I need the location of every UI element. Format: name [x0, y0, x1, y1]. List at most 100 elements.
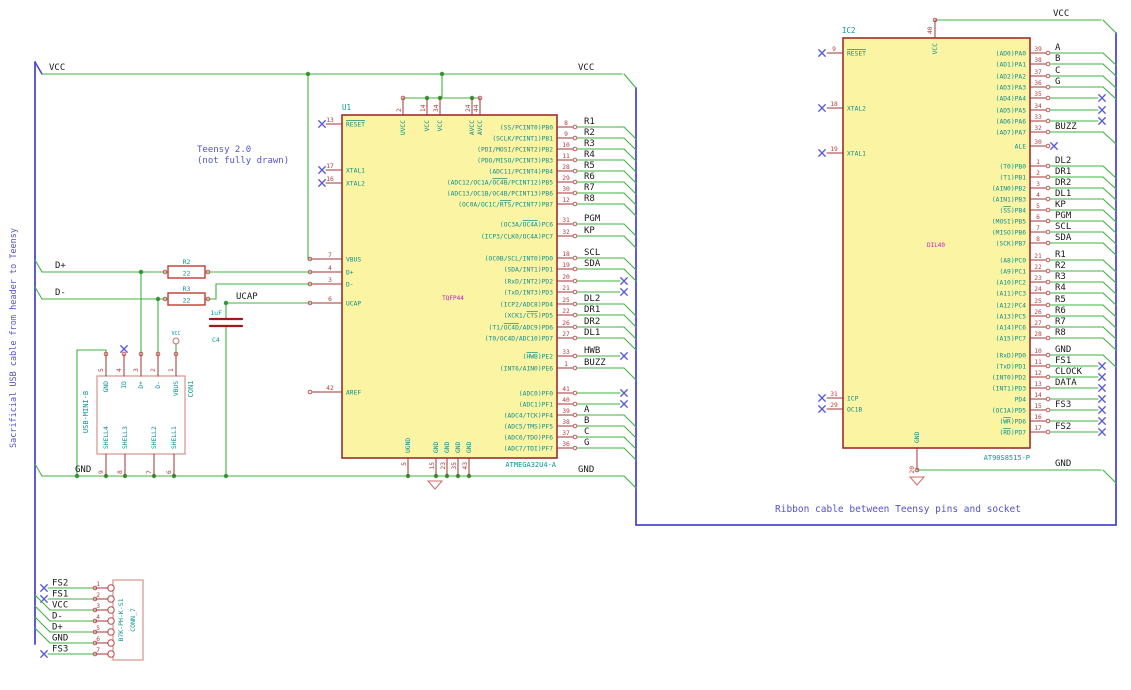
svg-text:GND: GND	[914, 431, 921, 443]
pin-endpoint	[1045, 143, 1051, 149]
svg-text:30: 30	[562, 186, 570, 193]
net-label-b: B	[584, 416, 589, 426]
conn7-component[interactable]: B7K-PH-K-S1 CONN_7 1 2 3 4 5 6 7	[92, 579, 144, 661]
svg-text:24: 24	[465, 104, 472, 112]
svg-text:10: 10	[562, 142, 570, 149]
svg-text:2: 2	[1036, 170, 1040, 177]
svg-text:D-: D-	[155, 381, 162, 389]
r2-component[interactable]: R2 22	[162, 258, 211, 279]
svg-text:6: 6	[96, 636, 100, 643]
svg-text:40: 40	[562, 397, 570, 404]
pin-endpoint	[572, 412, 578, 418]
pin-endpoint	[1045, 73, 1051, 79]
net-label-buzz: BUZZ	[584, 358, 606, 368]
conn7-pad	[107, 595, 115, 603]
svg-text:4: 4	[96, 614, 100, 621]
pin-endpoint	[1045, 107, 1051, 113]
conn7-pad	[107, 639, 115, 647]
pin-endpoint	[572, 278, 578, 284]
svg-text:(SS)PB4: (SS)PB4	[999, 207, 1026, 214]
r3-component[interactable]: R3 22	[162, 285, 211, 306]
svg-text:VCC: VCC	[932, 43, 939, 55]
svg-text:16: 16	[1034, 414, 1042, 421]
net-label-a: A	[584, 405, 590, 415]
svg-text:3: 3	[328, 277, 332, 284]
svg-text:20: 20	[909, 466, 916, 474]
svg-text:2: 2	[150, 368, 157, 372]
net-label-b: B	[1055, 54, 1060, 64]
pin-endpoint	[1045, 302, 1051, 308]
svg-text:9: 9	[564, 131, 568, 138]
junction-dot	[223, 473, 229, 479]
svg-text:1: 1	[168, 368, 175, 372]
svg-text:5: 5	[1036, 203, 1040, 210]
svg-text:6: 6	[1036, 214, 1040, 221]
pin-endpoint	[1045, 290, 1051, 296]
svg-text:UVCC: UVCC	[400, 120, 407, 135]
net-label-c: C	[584, 427, 589, 437]
svg-text:37: 37	[562, 430, 570, 437]
u1-component[interactable]: U1ATMEGA32U4-ATQFP4413RESET17XTAL116XTAL…	[307, 95, 578, 490]
svg-text:(A15)PC7: (A15)PC7	[996, 335, 1027, 342]
svg-text:SHELL4: SHELL4	[103, 426, 110, 449]
svg-text:32: 32	[562, 229, 570, 236]
net-label-gnd: GND	[1055, 459, 1071, 469]
svg-text:3: 3	[96, 603, 100, 610]
net-label-dl2: DL2	[584, 294, 600, 304]
note-teensy-line1: Teensy 2.0	[197, 145, 252, 155]
svg-text:6: 6	[328, 296, 332, 303]
svg-text:28: 28	[1034, 331, 1042, 338]
svg-text:2: 2	[96, 592, 100, 599]
svg-text:32: 32	[1034, 125, 1042, 132]
net-label-pgm: PGM	[584, 214, 601, 224]
net-label-buzz: BUZZ	[1055, 122, 1077, 132]
svg-text:8: 8	[117, 470, 124, 474]
svg-text:14: 14	[420, 104, 427, 112]
pin-endpoint	[572, 168, 578, 174]
pin-endpoint	[572, 434, 578, 440]
svg-text:(RxD)PD0: (RxD)PD0	[996, 352, 1027, 359]
svg-text:34: 34	[1034, 103, 1042, 110]
pin-endpoint	[1045, 363, 1051, 369]
note-teensy: Teensy 2.0 (not fully drawn)	[197, 145, 289, 167]
pin-endpoint	[572, 365, 578, 371]
pin-endpoint	[1045, 185, 1051, 191]
pin-endpoint	[1045, 229, 1051, 235]
pin-endpoint	[572, 157, 578, 163]
svg-text:20: 20	[562, 274, 570, 281]
pin-endpoint	[1045, 324, 1051, 330]
conn7-pad	[107, 650, 115, 658]
svg-text:8: 8	[564, 120, 568, 127]
svg-text:(ADC6/TDO)PF6: (ADC6/TDO)PF6	[504, 434, 553, 441]
svg-text:2: 2	[396, 108, 403, 112]
pin-endpoint	[1045, 407, 1051, 413]
svg-text:(OC0B/SCL/INT0)PD0: (OC0B/SCL/INT0)PD0	[485, 255, 553, 262]
con1-component[interactable]: USB-MINI-B CON1 5 GND 4 ID 3 D+ 2 D- 1 VBUS 9 SHELL4 8…	[82, 331, 195, 477]
svg-text:4: 4	[328, 265, 332, 272]
pin-endpoint	[572, 221, 578, 227]
pin-endpoint	[572, 289, 578, 295]
net-label-r2: R2	[1055, 261, 1066, 271]
ic2-component[interactable]: IC2AT90S8515-PDIL4040VCC20GND9RESET18XTA…	[818, 17, 1051, 486]
gnd-symbol-icon	[908, 476, 926, 486]
r2-value: 22	[183, 270, 191, 278]
net-label-gnd: GND	[578, 465, 594, 475]
svg-text:14: 14	[1034, 392, 1042, 399]
svg-text:(AD5)PA5: (AD5)PA5	[996, 107, 1027, 114]
svg-text:7: 7	[1036, 225, 1040, 232]
net-label-r3: R3	[1055, 272, 1066, 282]
u1-value: ATMEGA32U4-A	[505, 461, 556, 469]
junction-dot	[223, 300, 229, 306]
svg-text:(RxD/INT2)PD2: (RxD/INT2)PD2	[504, 278, 553, 285]
svg-text:UCAP: UCAP	[346, 300, 361, 307]
pin-endpoint	[1045, 118, 1051, 124]
pin-endpoint	[1045, 279, 1051, 285]
svg-text:(A11)PC3: (A11)PC3	[996, 290, 1027, 297]
pin-endpoint	[572, 301, 578, 307]
svg-text:(T0)PB0: (T0)PB0	[999, 163, 1026, 170]
svg-text:GND: GND	[455, 441, 462, 453]
svg-text:(ICP3/CLK0/OC4A)PC7: (ICP3/CLK0/OC4A)PC7	[481, 233, 553, 240]
svg-text:(ICP2/ADC8)PD4: (ICP2/ADC8)PD4	[500, 301, 553, 308]
conn7-pad	[107, 628, 115, 636]
net-label-fs3: FS3	[1055, 400, 1071, 410]
